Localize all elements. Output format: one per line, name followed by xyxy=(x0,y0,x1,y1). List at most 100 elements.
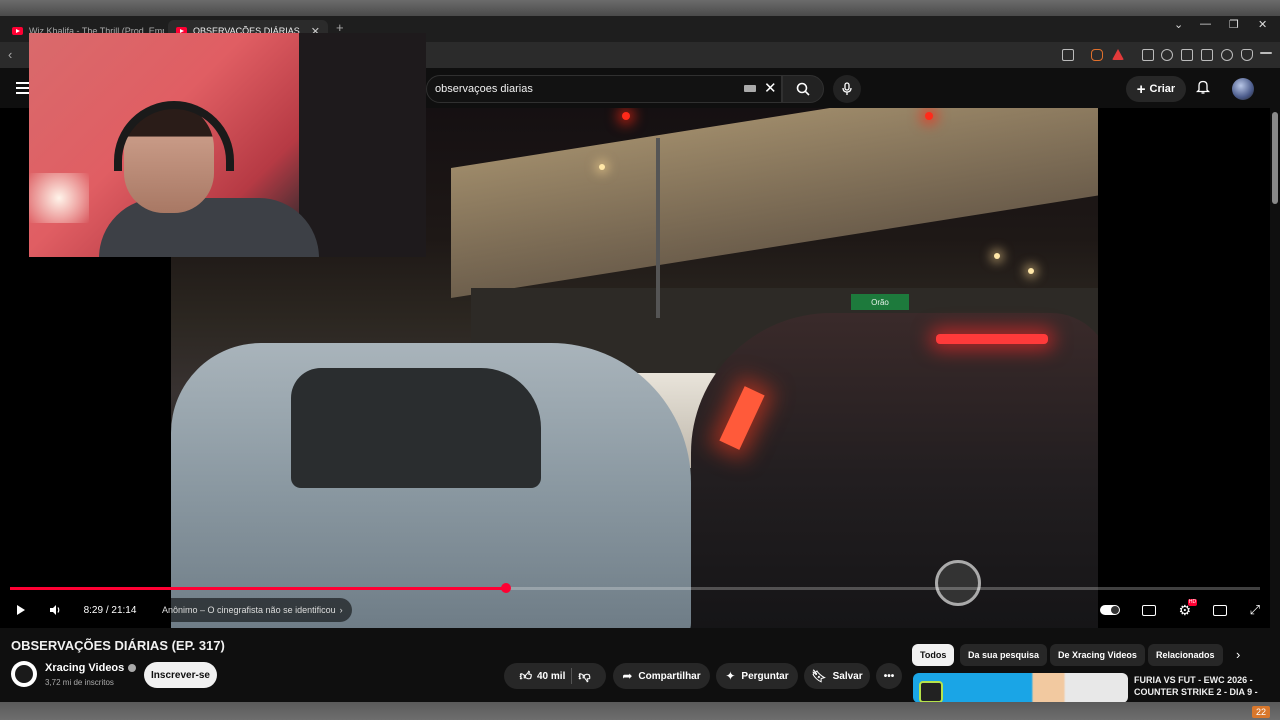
create-button[interactable]: + Criar xyxy=(1126,76,1186,102)
voice-search-button[interactable] xyxy=(833,75,861,103)
minimize-icon[interactable]: — xyxy=(1200,18,1211,30)
chip-todos[interactable]: Todos xyxy=(912,644,955,666)
fullscreen-icon[interactable]: ⤢ xyxy=(1250,602,1260,618)
miniplayer-icon[interactable] xyxy=(1213,604,1228,616)
clear-search-icon[interactable]: ✕ xyxy=(764,79,777,97)
play-icon xyxy=(17,605,25,615)
share-button[interactable]: ➦ Compartilhar xyxy=(613,663,710,689)
street-sign: Orão xyxy=(851,294,909,310)
save-button[interactable]: 🔖︎ Salvar xyxy=(804,663,870,689)
hd-badge: HD xyxy=(1187,599,1198,606)
channel-avatar[interactable] xyxy=(11,661,37,687)
progress-played xyxy=(10,587,507,590)
more-horizontal-icon: ••• xyxy=(883,670,895,682)
chips-next-chevron-icon[interactable]: › xyxy=(1236,647,1240,662)
scrollbar-thumb[interactable] xyxy=(1272,112,1278,204)
webcam-overlay xyxy=(29,33,426,257)
autoplay-toggle[interactable] xyxy=(1100,605,1120,615)
chapter-button[interactable]: Anônimo – O cinegrafista não se identifi… xyxy=(152,598,352,622)
notifications-bell-icon[interactable] xyxy=(1195,79,1211,97)
channel-name-link[interactable]: Xracing Videos xyxy=(45,662,137,674)
search-input[interactable]: observaçoes diarias xyxy=(426,75,782,103)
street-lamp xyxy=(1028,268,1034,274)
search-icon xyxy=(796,82,810,96)
vpn-icon[interactable] xyxy=(1241,49,1253,61)
desktop-background xyxy=(0,0,1280,16)
plus-icon: + xyxy=(1136,80,1146,98)
thumbs-down-icon: 👎︎ xyxy=(578,668,591,683)
streamer-body xyxy=(99,198,319,257)
back-arrow-icon[interactable]: ‹ xyxy=(8,47,12,62)
search-button[interactable] xyxy=(782,75,824,103)
keyboard-icon[interactable] xyxy=(744,85,756,92)
divider xyxy=(571,668,573,684)
settings-icon[interactable]: ⚙ HD xyxy=(1179,599,1198,617)
sidebar-icon[interactable] xyxy=(1181,49,1193,61)
video-title: OBSERVAÇÕES DIÁRIAS (EP. 317) xyxy=(11,638,225,653)
account-avatar[interactable] xyxy=(1232,78,1254,100)
ask-label: Perguntar xyxy=(741,670,789,682)
car-badge xyxy=(935,560,981,606)
thumbs-up-icon: 👍︎ xyxy=(519,668,532,683)
ask-button[interactable]: ✦ Perguntar xyxy=(716,663,798,689)
webcam-background xyxy=(299,33,426,257)
volume-button[interactable] xyxy=(42,598,68,622)
create-label: Criar xyxy=(1149,83,1176,95)
maximize-icon[interactable]: ❐ xyxy=(1229,18,1239,31)
chapter-label: Anônimo – O cinegrafista não se identifi… xyxy=(162,605,336,615)
search-input-value: observaçoes diarias xyxy=(435,83,533,95)
tab-search-chevron-icon[interactable]: ⌄ xyxy=(1174,18,1183,31)
team-logo xyxy=(919,681,943,703)
traffic-light-red xyxy=(925,112,933,120)
recommended-title[interactable]: FURIA VS FUT - EWC 2026 - COUNTER STRIKE… xyxy=(1134,674,1264,698)
dark-car xyxy=(691,313,1098,628)
progress-bar[interactable] xyxy=(10,583,1260,593)
traffic-pole xyxy=(656,138,660,318)
time-display: 8:29 / 21:14 xyxy=(75,598,145,622)
more-actions-button[interactable]: ••• xyxy=(876,663,902,689)
chevron-right-icon: › xyxy=(339,605,343,615)
traffic-light-red xyxy=(622,112,630,120)
brave-shield-icon[interactable] xyxy=(1091,49,1103,61)
like-count: 40 mil xyxy=(537,670,566,682)
desktop-badge: 22 xyxy=(1251,706,1270,718)
desktop-taskbar: 22 xyxy=(0,702,1280,720)
save-label: Salvar xyxy=(832,670,863,682)
media-icon[interactable] xyxy=(1161,49,1173,61)
sparkle-icon: ✦ xyxy=(725,669,736,683)
extensions-icon[interactable] xyxy=(1142,49,1154,61)
street-lamp xyxy=(994,253,1000,259)
silver-car-window xyxy=(291,368,541,488)
channel-name: Xracing Videos xyxy=(45,662,125,674)
subscribe-button[interactable]: Inscrever-se xyxy=(144,662,217,688)
street-lamp xyxy=(599,164,605,170)
chip-relacionados[interactable]: Relacionados xyxy=(1148,644,1223,666)
recommended-thumbnail[interactable] xyxy=(913,673,1128,703)
brave-rewards-icon[interactable] xyxy=(1112,49,1124,60)
headphones xyxy=(114,101,234,171)
like-dislike-group: 👍︎ 40 mil 👎︎ xyxy=(504,663,606,689)
share-label: Compartilhar xyxy=(638,670,701,682)
play-button[interactable] xyxy=(8,598,34,622)
chip-de-xracing-videos[interactable]: De Xracing Videos xyxy=(1050,644,1145,666)
webcam-light xyxy=(29,173,89,223)
player-right-controls: ⚙ HD ⤢ xyxy=(1100,598,1260,622)
youtube-favicon-icon xyxy=(12,27,23,35)
like-button[interactable]: 👍︎ 40 mil xyxy=(519,669,565,684)
wallet-icon[interactable] xyxy=(1201,49,1213,61)
close-window-icon[interactable]: ✕ xyxy=(1258,18,1267,31)
menu-icon[interactable] xyxy=(1260,52,1272,54)
dislike-button[interactable]: 👎︎ xyxy=(578,669,590,684)
leo-icon[interactable] xyxy=(1221,49,1233,61)
brake-light xyxy=(936,334,1048,344)
hamburger-menu-icon[interactable] xyxy=(16,82,30,97)
volume-icon xyxy=(50,605,60,615)
tab-view-icon[interactable] xyxy=(1062,49,1074,61)
subscriber-count: 3,72 mi de inscritos xyxy=(45,678,114,687)
overpass-wall xyxy=(451,108,1098,298)
microphone-icon xyxy=(842,82,852,95)
subtitles-icon[interactable] xyxy=(1142,604,1157,616)
chip-da-sua-pesquisa[interactable]: Da sua pesquisa xyxy=(960,644,1048,666)
share-icon: ➦ xyxy=(622,669,633,683)
bookmark-icon: 🔖︎ xyxy=(811,669,827,683)
